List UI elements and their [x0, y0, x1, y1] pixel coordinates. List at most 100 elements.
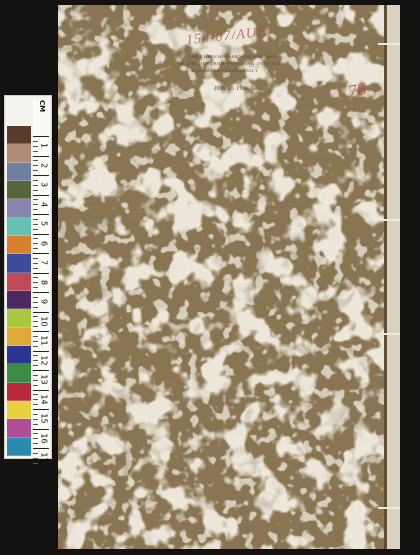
ruler-minor-tick: [33, 335, 38, 337]
ruler-tick: [33, 194, 49, 196]
ruler-minor-tick: [33, 287, 38, 289]
ruler-minor-tick: [33, 326, 38, 328]
ruler-minor-tick: [33, 413, 38, 415]
library-stamp-line2: OF THE HARVARD-YENCHING INSTITUTE: [178, 62, 285, 67]
target-brand-label: [5, 100, 31, 124]
ruler-minor-tick: [33, 457, 38, 459]
library-stamp-line1: THE CHINESE-JAPANESE LIBRARY: [188, 55, 278, 60]
ruler-minor-tick: [33, 394, 38, 396]
ruler-minor-tick: [33, 189, 38, 191]
ruler-tick: [33, 350, 49, 352]
color-patch: [7, 437, 31, 456]
ruler-number: 13: [39, 374, 49, 385]
ruler-number: 3: [39, 181, 49, 188]
ruler-number: 17: [39, 452, 49, 463]
ruler-tick: [33, 409, 49, 410]
ruler-minor-tick: [33, 418, 38, 420]
color-patch: [7, 382, 31, 401]
ruler-minor-tick: [33, 199, 38, 201]
ruler-number: 16: [39, 432, 49, 444]
ruler-minor-tick: [33, 150, 38, 152]
ruler-tick: [33, 155, 49, 157]
cm-ruler: CM 1 2 3 4 5 6 7 8 9 10 11 12 13 14 15 16 17: [33, 100, 49, 464]
ruler-minor-tick: [33, 379, 38, 381]
ruler-minor-tick: [33, 257, 38, 259]
ruler-minor-tick: [33, 179, 38, 181]
ruler-minor-tick: [33, 355, 38, 357]
ruler-number: 14: [39, 393, 49, 405]
ruler-minor-tick: [33, 140, 38, 142]
ruler-unit-label: CM: [38, 100, 46, 113]
color-patches: [7, 126, 31, 456]
ruler-tick: [33, 214, 49, 215]
ruler-minor-tick: [33, 423, 38, 425]
ruler-minor-tick: [33, 267, 38, 269]
color-patch: [7, 272, 31, 291]
ruler-number: 15: [39, 413, 49, 424]
ruler-minor-tick: [33, 238, 38, 240]
ruler-minor-tick: [33, 384, 38, 386]
library-stamp-date: JUN 16 1936: [214, 86, 250, 92]
ruler-minor-tick: [33, 228, 38, 230]
ruler-minor-tick: [33, 443, 38, 445]
ruler-minor-tick: [33, 165, 38, 167]
ruler-tick: [33, 428, 49, 430]
ruler-number: 7: [39, 259, 49, 266]
ruler-minor-tick: [33, 374, 38, 376]
color-patch: [7, 199, 31, 218]
ruler-minor-tick: [33, 399, 38, 401]
ruler-minor-tick: [33, 345, 38, 347]
ruler-tick: [33, 272, 49, 274]
ruler-minor-tick: [33, 277, 38, 279]
ruler-minor-tick: [33, 360, 38, 362]
ruler-tick: [33, 448, 49, 449]
ruler-number: 5: [39, 220, 49, 227]
color-patch: [7, 144, 31, 163]
ruler-number: 6: [39, 240, 49, 246]
ruler-tick: [33, 233, 49, 235]
color-patch: [7, 254, 31, 273]
color-patch: [7, 309, 31, 328]
ruler-minor-tick: [33, 316, 38, 318]
ruler-tick: [33, 331, 49, 332]
ruler-minor-tick: [33, 145, 38, 147]
ruler-minor-tick: [33, 296, 38, 298]
ruler-number: 8: [39, 279, 49, 285]
ruler-number: 9: [39, 298, 49, 305]
ruler-number: 10: [39, 315, 49, 327]
ruler-minor-tick: [33, 262, 38, 264]
ruler-minor-tick: [33, 462, 38, 464]
ruler-minor-tick: [33, 170, 38, 172]
ruler-minor-tick: [33, 248, 38, 250]
color-patch: [7, 364, 31, 383]
ruler-minor-tick: [33, 204, 38, 206]
ruler-minor-tick: [33, 209, 38, 211]
ruler-number: 12: [39, 354, 49, 366]
ruler-minor-tick: [33, 433, 38, 435]
library-stamp-line3: AT HARVARD UNIVERSITY: [190, 69, 259, 74]
ruler-minor-tick: [33, 282, 38, 284]
ruler-tick: [33, 370, 49, 371]
ruler-tick: [33, 311, 49, 313]
ruler-minor-tick: [33, 365, 38, 367]
ruler-minor-tick: [33, 452, 38, 454]
color-patch: [7, 235, 31, 255]
color-patch: [7, 217, 31, 236]
color-patch: [7, 419, 31, 438]
ruler-minor-tick: [33, 243, 38, 245]
color-patch: [7, 290, 31, 310]
ruler-minor-tick: [33, 438, 38, 440]
ruler-tick: [33, 292, 49, 293]
ruler-number: 4: [39, 201, 49, 207]
ruler-tick: [33, 136, 49, 137]
color-patch: [7, 345, 31, 365]
ruler-minor-tick: [33, 223, 38, 225]
ruler-tick: [33, 175, 49, 176]
ruler-minor-tick: [33, 160, 38, 162]
ruler-minor-tick: [33, 321, 38, 323]
ruler-tick: [33, 389, 49, 391]
ruler-number: 1: [39, 142, 49, 149]
color-patch: [7, 400, 31, 420]
ruler-minor-tick: [33, 306, 38, 308]
ruler-number: 11: [39, 335, 49, 346]
